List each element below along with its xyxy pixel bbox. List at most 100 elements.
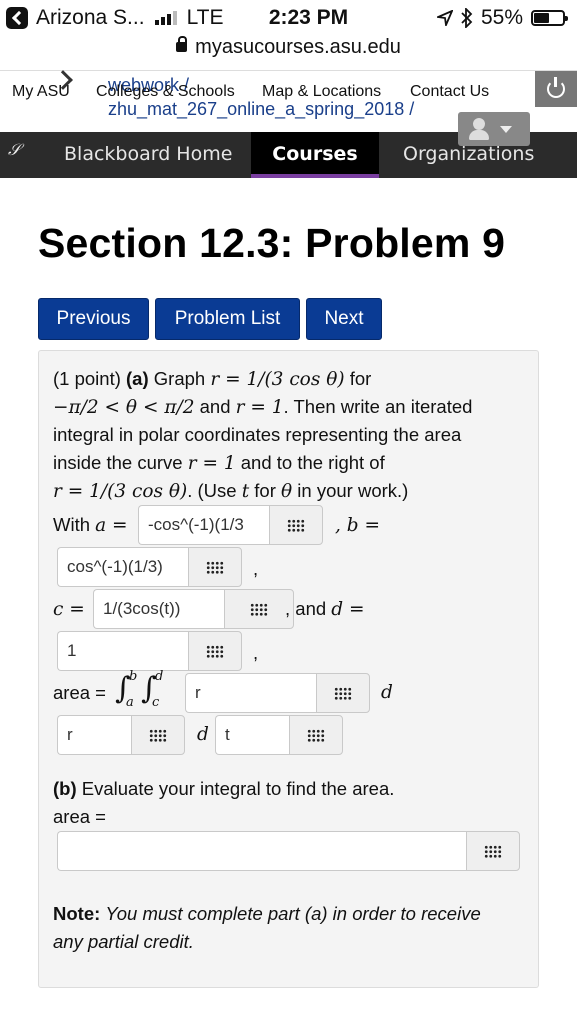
grid-icon (206, 644, 224, 658)
battery-icon (531, 10, 568, 26)
line5-text-b: . (Use (187, 480, 237, 501)
d-input[interactable]: 1 (57, 631, 188, 671)
b-field: cos^(-1)(1/3) (57, 547, 242, 587)
for-word: for (349, 368, 372, 389)
a-field: -cos^(-1)(1/3 (138, 505, 323, 545)
note-line-1: Note: You must complete part (a) in orde… (53, 900, 481, 928)
blackboard-logo-icon[interactable]: 𝒮 (8, 140, 20, 160)
t-variable: t (241, 481, 250, 502)
a-equals: a = (95, 515, 128, 536)
url-text: myasucourses.asu.edu (195, 36, 401, 58)
a-equation-editor-button[interactable] (269, 505, 323, 545)
grid-icon (287, 518, 305, 532)
grid-icon (484, 844, 502, 858)
c-equation-editor-button[interactable] (224, 589, 294, 629)
area-b-field (57, 831, 520, 871)
signal-icon (154, 11, 177, 25)
user-menu-button[interactable] (458, 112, 530, 146)
avatar-icon (468, 118, 490, 140)
carrier-group: Arizona S... LTE (6, 6, 224, 30)
b-equals-text: , b = (335, 515, 380, 536)
line4-text-a: inside the curve (53, 452, 183, 473)
graph-word: Graph (153, 368, 206, 389)
caret-down-icon (500, 125, 512, 133)
b-input[interactable]: cos^(-1)(1/3) (57, 547, 188, 587)
c-field: 1/(3cos(t)) (93, 589, 294, 629)
first-variable-equation-editor-button[interactable] (131, 715, 185, 755)
area-b-input[interactable] (57, 831, 466, 871)
line2-text: . Then write an iterated (283, 396, 473, 417)
d-equation-editor-button[interactable] (188, 631, 242, 671)
battery-label: 55% (480, 6, 523, 29)
comma-1: , (253, 558, 259, 579)
problem-box: (1 point) (a) Graph r = 1/(3 cos θ) for … (38, 350, 539, 988)
area-label: area = (53, 682, 106, 703)
line5-text-c: for (254, 480, 276, 501)
a-input[interactable]: -cos^(-1)(1/3 (138, 505, 269, 545)
problem-line-2: −π/2 < θ < π/2 and r = 1. Then write an … (53, 393, 472, 422)
theta-range: −π/2 < θ < π/2 (53, 397, 195, 418)
part-b-text: Evaluate your integral to find the area. (81, 778, 395, 799)
line4-text-b: and to the right of (240, 452, 385, 473)
problem-list-button[interactable]: Problem List (155, 298, 300, 340)
lower-limit-c: c (152, 695, 160, 710)
differential-d-2: d (197, 724, 209, 745)
url-bar[interactable]: myasucourses.asu.edu (0, 36, 577, 66)
equation-r4: r = 1/(3 cos θ) (53, 481, 188, 502)
integrand-field: r (185, 673, 370, 713)
problem-line-4: inside the curve r = 1 and to the right … (53, 449, 385, 478)
part-b-label: (b) (53, 778, 77, 799)
differential-d-1: d (381, 682, 393, 703)
second-variable-equation-editor-button[interactable] (289, 715, 343, 755)
bluetooth-icon (461, 8, 473, 28)
network-label: LTE (186, 6, 224, 29)
grid-icon (334, 686, 352, 700)
area-b-equation-editor-button[interactable] (466, 831, 520, 871)
previous-button[interactable]: Previous (38, 298, 149, 340)
grid-icon (206, 560, 224, 574)
with-a-label: With a = (53, 511, 128, 540)
power-icon (547, 77, 565, 98)
equation-r1: r = 1/(3 cos θ) (210, 369, 345, 390)
lock-icon (176, 36, 188, 52)
tab-blackboard-home[interactable]: Blackboard Home (64, 132, 232, 178)
d-equals-text: d = (331, 599, 365, 620)
problem-line-5: r = 1/(3 cos θ). (Use t for θ in your wo… (53, 477, 408, 506)
b-equation-editor-button[interactable] (188, 547, 242, 587)
breadcrumb-course[interactable]: zhu_mat_267_online_a_spring_2018 / (108, 99, 414, 120)
line5-text-d: in your work.) (297, 480, 409, 501)
power-button[interactable] (535, 71, 577, 107)
grid-icon (307, 728, 325, 742)
c-equals-text: c = (53, 599, 85, 620)
note-text-1: You must complete part (a) in order to r… (105, 903, 481, 924)
double-integral: ∫ b a ∫ d c (115, 669, 175, 713)
equation-r3: r = 1 (187, 453, 236, 474)
with-word: With (53, 514, 90, 535)
carrier-label: Arizona S... (36, 6, 145, 29)
d-field: 1 (57, 631, 242, 671)
back-to-app-icon[interactable] (6, 7, 28, 29)
time-label: 2:23 PM (268, 6, 349, 29)
part-b-line: (b) Evaluate your integral to find the a… (53, 775, 394, 803)
integrand-equation-editor-button[interactable] (316, 673, 370, 713)
b-equals: , b = (335, 511, 380, 540)
grid-icon (250, 602, 268, 616)
and-d-text: , and (285, 598, 327, 619)
upper-limit-d: d (155, 669, 164, 684)
problem-line-1: (1 point) (a) Graph r = 1/(3 cos θ) for (53, 365, 371, 394)
equation-r2: r = 1 (235, 397, 284, 418)
integrand-input[interactable]: r (185, 673, 316, 713)
c-equals: c = (53, 595, 85, 624)
second-variable-input[interactable]: t (215, 715, 289, 755)
next-button[interactable]: Next (306, 298, 382, 340)
area-b-label: area = (53, 806, 106, 827)
comma-2: , (253, 642, 259, 663)
problem-line-3: integral in polar coordinates representi… (53, 424, 462, 445)
and-d-label: , and d = (285, 595, 365, 624)
contact-us-link[interactable]: Contact Us (410, 83, 489, 101)
c-input[interactable]: 1/(3cos(t)) (93, 589, 224, 629)
first-variable-input[interactable]: r (57, 715, 131, 755)
and-word: and (199, 396, 231, 417)
status-right: 55% (436, 6, 568, 30)
tab-courses[interactable]: Courses (251, 132, 379, 178)
